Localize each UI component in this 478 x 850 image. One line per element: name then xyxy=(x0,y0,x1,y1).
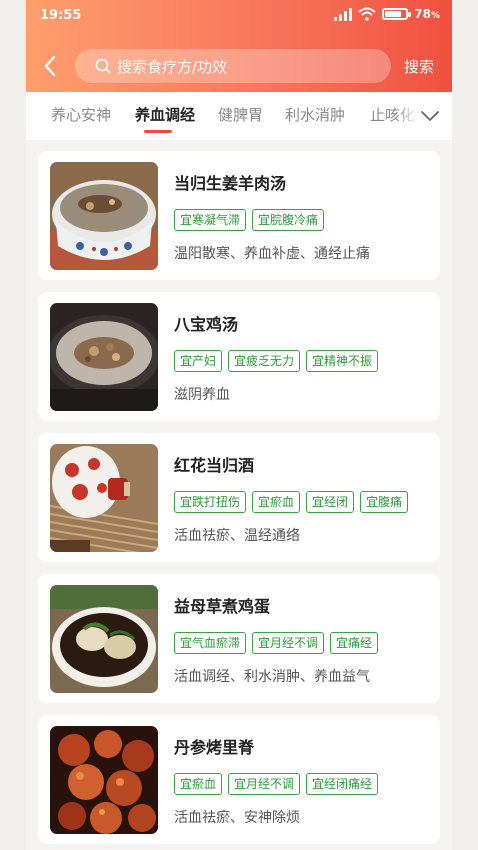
recipe-title: 红花当归酒 xyxy=(174,456,255,475)
recipe-tags: 宜寒凝气滞 宜脘腹冷痛 xyxy=(174,209,325,231)
recipe-tag: 宜瘀血 xyxy=(252,491,301,513)
recipe-tag: 宜月经不调 xyxy=(252,632,325,654)
battery-text: 78% xyxy=(414,7,440,21)
active-tab-indicator xyxy=(144,130,172,133)
recipe-card[interactable]: 当归生姜羊肉汤 宜寒凝气滞 宜脘腹冷痛 温阳散寒、养血补虚、通经止痛 xyxy=(38,151,440,280)
status-time: 19:55 xyxy=(40,8,82,23)
recipe-tags: 宜跌打扭伤 宜瘀血 宜经闭 宜腹痛 xyxy=(174,491,409,513)
recipe-tag: 宜脘腹冷痛 xyxy=(252,209,325,231)
recipe-desc: 温阳散寒、养血补虚、通经止痛 xyxy=(174,246,370,262)
wifi-icon xyxy=(358,7,376,21)
recipe-desc: 活血祛瘀、安神除烦 xyxy=(174,810,300,826)
recipe-tag: 宜产妇 xyxy=(174,350,223,372)
recipe-title: 八宝鸡汤 xyxy=(174,315,239,334)
recipe-image-mutton-soup xyxy=(50,162,158,270)
recipe-title: 丹参烤里脊 xyxy=(174,738,255,757)
recipe-tags: 宜气血瘀滞 宜月经不调 宜痛经 xyxy=(174,632,379,654)
back-button[interactable] xyxy=(38,52,62,80)
back-arrow-icon xyxy=(44,55,56,77)
recipe-image-roast-pork xyxy=(50,726,158,834)
recipe-tag: 宜精神不振 xyxy=(306,350,379,372)
recipe-tag: 宜月经不调 xyxy=(228,773,301,795)
header-bar: 19:55 78% 搜索食疗方/功效 搜索 xyxy=(26,0,452,92)
recipe-desc: 滋阴养血 xyxy=(174,387,230,403)
recipe-title: 益母草煮鸡蛋 xyxy=(174,597,271,616)
recipe-tag: 宜腹痛 xyxy=(360,491,409,513)
recipe-image-wine-jar xyxy=(50,444,158,552)
tab-jianpiwei[interactable]: 健脾胃 xyxy=(218,104,263,125)
recipe-tags: 宜产妇 宜疲乏无力 宜精神不振 xyxy=(174,350,379,372)
recipe-tag: 宜经闭 xyxy=(306,491,355,513)
recipe-title: 当归生姜羊肉汤 xyxy=(174,174,287,193)
recipe-desc: 活血祛瘀、温经通络 xyxy=(174,528,300,544)
tab-lishui[interactable]: 利水消肿 xyxy=(285,104,345,125)
recipe-tag: 宜痛经 xyxy=(330,632,379,654)
status-icons: 78% xyxy=(334,7,440,21)
recipe-tag: 宜寒凝气滞 xyxy=(174,209,247,231)
recipe-tag: 宜瘀血 xyxy=(174,773,223,795)
battery-icon xyxy=(382,8,412,20)
recipe-tag: 宜跌打扭伤 xyxy=(174,491,247,513)
search-icon xyxy=(95,58,111,74)
chevron-down-icon[interactable] xyxy=(420,108,440,124)
status-bar: 19:55 78% xyxy=(26,0,452,32)
search-button[interactable]: 搜索 xyxy=(404,56,434,77)
recipe-desc: 活血调经、利水消肿、养血益气 xyxy=(174,669,370,685)
recipe-tag: 宜疲乏无力 xyxy=(228,350,301,372)
recipe-image-herbal-eggs xyxy=(50,585,158,693)
recipe-tag: 宜气血瘀滞 xyxy=(174,632,247,654)
recipe-image-chicken-soup xyxy=(50,303,158,411)
recipe-card[interactable]: 红花当归酒 宜跌打扭伤 宜瘀血 宜经闭 宜腹痛 活血祛瘀、温经通络 xyxy=(38,433,440,562)
recipe-card[interactable]: 八宝鸡汤 宜产妇 宜疲乏无力 宜精神不振 滋阴养血 xyxy=(38,292,440,421)
tab-yangxin[interactable]: 养心安神 xyxy=(51,104,111,125)
category-tabs: 养心安神 养血调经 健脾胃 利水消肿 止咳化 xyxy=(26,92,452,140)
app-screen: 19:55 78% 搜索食疗方/功效 搜索 养心安神 养血调经 健脾胃 利水消肿… xyxy=(26,0,452,850)
search-placeholder: 搜索食疗方/功效 xyxy=(117,57,228,76)
tab-yangxue[interactable]: 养血调经 xyxy=(135,104,195,125)
recipe-card[interactable]: 丹参烤里脊 宜瘀血 宜月经不调 宜经闭痛经 活血祛瘀、安神除烦 xyxy=(38,715,440,844)
recipe-tags: 宜瘀血 宜月经不调 宜经闭痛经 xyxy=(174,773,379,795)
search-input[interactable]: 搜索食疗方/功效 xyxy=(75,49,391,83)
recipe-card[interactable]: 益母草煮鸡蛋 宜气血瘀滞 宜月经不调 宜痛经 活血调经、利水消肿、养血益气 xyxy=(38,574,440,703)
battery-fill xyxy=(385,11,402,17)
signal-icon xyxy=(334,7,353,21)
recipe-tag: 宜经闭痛经 xyxy=(306,773,379,795)
